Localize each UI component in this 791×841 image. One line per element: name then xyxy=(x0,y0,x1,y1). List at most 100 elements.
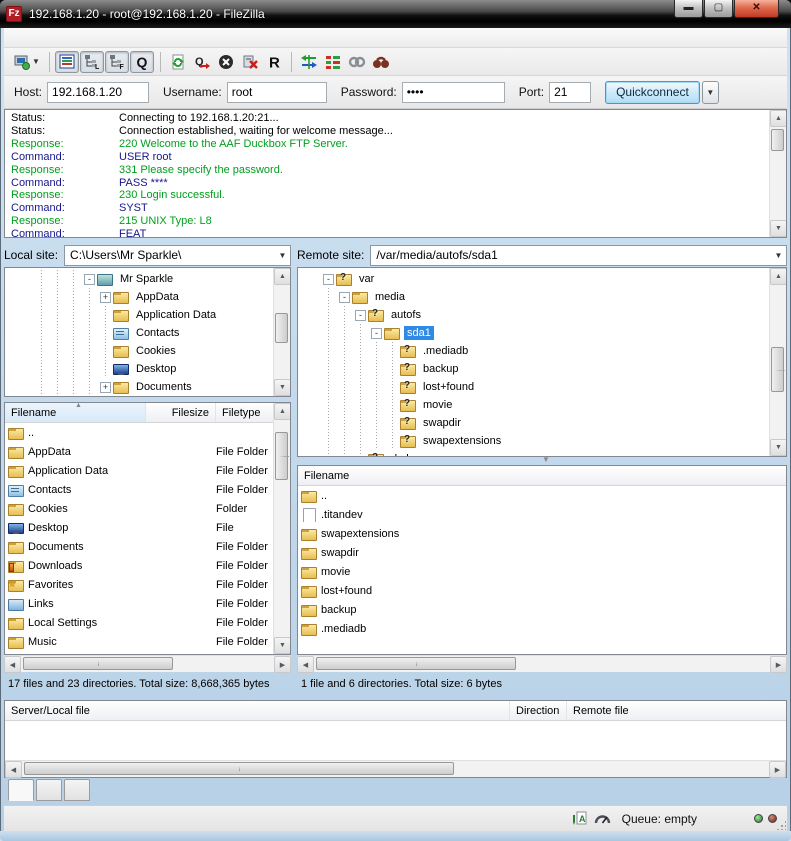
password-input[interactable] xyxy=(402,82,505,103)
scroll-up-icon[interactable]: ▲ xyxy=(770,110,787,127)
splitter[interactable]: ▼ xyxy=(297,457,787,465)
queue-tab[interactable] xyxy=(64,779,90,801)
file-row[interactable]: lost+found xyxy=(298,581,786,600)
cancel-button[interactable] xyxy=(214,50,238,74)
file-row[interactable]: Links File Folder xyxy=(5,594,273,613)
scrollbar-thumb[interactable] xyxy=(316,657,516,670)
dropdown-arrow-icon[interactable]: ▼ xyxy=(275,251,290,260)
tree-expander-icon[interactable]: - xyxy=(339,292,350,303)
file-row[interactable]: swapextensions xyxy=(298,524,786,543)
tree-row[interactable]: - var xyxy=(298,270,769,288)
scrollbar-thumb[interactable] xyxy=(23,657,173,670)
directory-comparison-button[interactable] xyxy=(297,50,321,74)
queue-tab[interactable] xyxy=(36,779,62,801)
scroll-down-icon[interactable]: ▼ xyxy=(770,439,787,456)
scroll-left-icon[interactable]: ◀ xyxy=(5,761,22,778)
file-row[interactable]: Documents File Folder xyxy=(5,537,273,556)
scroll-left-icon[interactable]: ◀ xyxy=(4,656,21,673)
remote-tree-scrollbar[interactable]: ▲ ▼ xyxy=(769,268,786,456)
scroll-up-icon[interactable]: ▲ xyxy=(770,268,787,285)
tree-row[interactable]: Application Data xyxy=(5,306,273,324)
menu-item[interactable] xyxy=(102,36,120,40)
tree-row[interactable]: movie xyxy=(298,396,769,414)
menu-item[interactable] xyxy=(66,36,84,40)
resize-grip[interactable] xyxy=(776,820,786,830)
file-row[interactable]: movie xyxy=(298,562,786,581)
synchronized-browsing-button[interactable] xyxy=(321,50,345,74)
local-list-scrollbar[interactable]: ▲ ▼ xyxy=(273,403,290,654)
file-row[interactable]: Local Settings File Folder xyxy=(5,613,273,632)
reconnect-button[interactable]: R xyxy=(262,50,286,74)
menu-item[interactable] xyxy=(48,36,66,40)
scroll-right-icon[interactable]: ▶ xyxy=(769,761,786,778)
column-header-filesize[interactable]: Filesize xyxy=(146,403,216,422)
scroll-down-icon[interactable]: ▼ xyxy=(274,637,291,654)
queue-hscrollbar[interactable]: ◀ ▶ xyxy=(5,760,786,777)
queue-toggle-button[interactable]: Q xyxy=(130,51,154,73)
tree-row[interactable]: - autofs xyxy=(298,306,769,324)
menu-item[interactable] xyxy=(12,36,30,40)
file-row[interactable]: .titandev xyxy=(298,505,786,524)
tree-expander-icon[interactable]: + xyxy=(100,292,111,303)
collapse-arrow-icon[interactable]: ▼ xyxy=(542,455,550,464)
tree-row[interactable]: + AppData xyxy=(5,288,273,306)
local-site-combo[interactable]: C:\Users\Mr Sparkle\ ▼ xyxy=(64,245,291,266)
file-row[interactable]: Application Data File Folder xyxy=(5,461,273,480)
link-button[interactable] xyxy=(345,50,369,74)
remote-list-hscrollbar[interactable]: ◀ ▶ xyxy=(297,655,787,672)
tree-row[interactable]: - Mr Sparkle xyxy=(5,270,273,288)
tree-row[interactable]: dvd xyxy=(298,450,769,456)
scroll-up-icon[interactable]: ▲ xyxy=(274,403,291,420)
scrollbar-thumb[interactable] xyxy=(24,762,454,775)
tree-row[interactable]: Desktop xyxy=(5,360,273,378)
maximize-button[interactable]: ▢ xyxy=(704,0,733,18)
tree-row[interactable]: backup xyxy=(298,360,769,378)
scroll-down-icon[interactable]: ▼ xyxy=(274,379,291,396)
menu-item[interactable] xyxy=(30,36,48,40)
column-header-filename[interactable]: Filename ▲ xyxy=(5,403,146,422)
file-row[interactable]: Contacts File Folder xyxy=(5,480,273,499)
dropdown-arrow-icon[interactable]: ▼ xyxy=(771,251,786,260)
site-manager-button[interactable]: ▼ xyxy=(10,50,44,74)
file-row[interactable]: Cookies Folder xyxy=(5,499,273,518)
menu-item[interactable] xyxy=(120,36,138,40)
menu-item[interactable] xyxy=(138,36,156,40)
tree-row[interactable]: lost+found xyxy=(298,378,769,396)
tree-row[interactable]: Cookies xyxy=(5,342,273,360)
local-tree-scrollbar[interactable]: ▲ ▼ xyxy=(273,268,290,396)
file-row[interactable]: AppData File Folder xyxy=(5,442,273,461)
scroll-down-icon[interactable]: ▼ xyxy=(770,220,787,237)
tree-row[interactable]: - sda1 xyxy=(298,324,769,342)
tree-expander-icon[interactable]: - xyxy=(355,310,366,321)
tree-expander-icon[interactable]: - xyxy=(323,274,334,285)
scroll-up-icon[interactable]: ▲ xyxy=(274,268,291,285)
tree-expander-icon[interactable]: - xyxy=(371,328,382,339)
file-row[interactable]: backup xyxy=(298,600,786,619)
remote-site-combo[interactable]: /var/media/autofs/sda1 ▼ xyxy=(370,245,787,266)
quickconnect-button[interactable]: Quickconnect xyxy=(605,81,700,104)
remote-tree-toggle-button[interactable]: F xyxy=(105,51,129,73)
queue-tab[interactable] xyxy=(8,779,34,801)
tree-row[interactable]: + Documents xyxy=(5,378,273,396)
minimize-button[interactable]: ▬ xyxy=(674,0,703,18)
scrollbar-thumb[interactable] xyxy=(275,432,288,480)
menu-item[interactable] xyxy=(84,36,102,40)
file-row[interactable]: Desktop File xyxy=(5,518,273,537)
tree-expander-icon[interactable]: - xyxy=(84,274,95,285)
tree-row[interactable]: swapdir xyxy=(298,414,769,432)
file-row[interactable]: .. xyxy=(5,423,273,442)
tree-expander-icon[interactable]: + xyxy=(100,382,111,393)
message-log-toggle-button[interactable] xyxy=(55,51,79,73)
scroll-right-icon[interactable]: ▶ xyxy=(274,656,291,673)
file-row[interactable]: .mediadb xyxy=(298,619,786,638)
tree-row[interactable]: - media xyxy=(298,288,769,306)
file-row[interactable]: swapdir xyxy=(298,543,786,562)
local-tree-toggle-button[interactable]: L xyxy=(80,51,104,73)
scrollbar-thumb[interactable] xyxy=(275,313,288,343)
file-row[interactable]: Favorites File Folder xyxy=(5,575,273,594)
scrollbar-thumb[interactable] xyxy=(771,129,784,151)
file-row[interactable]: Downloads File Folder xyxy=(5,556,273,575)
tree-row[interactable]: .mediadb xyxy=(298,342,769,360)
column-header-direction[interactable]: Direction xyxy=(510,701,567,720)
disconnect-button[interactable] xyxy=(238,50,262,74)
